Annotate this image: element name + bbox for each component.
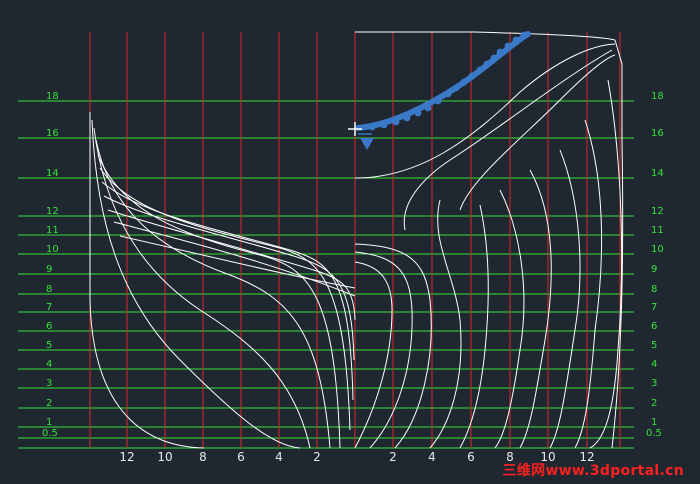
station-label-left: 2 — [313, 450, 321, 464]
station-label-left: 6 — [237, 450, 245, 464]
curve-grip-point[interactable] — [476, 66, 484, 74]
section-curve-1 — [91, 119, 301, 449]
curve-grip-point[interactable] — [368, 123, 376, 131]
waterline-label-right: 14 — [651, 168, 664, 179]
waterline-label-right: 4 — [651, 359, 657, 370]
curve-grip-point[interactable] — [512, 36, 520, 44]
curve-grip-point[interactable] — [468, 72, 476, 80]
waterline-label-left: 10 — [46, 244, 59, 255]
section-curve-16 — [403, 49, 613, 231]
section-curve-17 — [429, 199, 462, 449]
station-label-right: 6 — [467, 450, 475, 464]
section-curves — [89, 31, 624, 449]
waterline-label-left: 5 — [46, 340, 52, 351]
curve-grip-point[interactable] — [434, 97, 442, 105]
waterline-label-right: 1 — [651, 417, 657, 428]
curve-grip-point[interactable] — [483, 60, 491, 68]
station-label-left: 12 — [119, 450, 134, 464]
curve-grip-point[interactable] — [424, 104, 432, 112]
station-label-left: 4 — [275, 450, 283, 464]
waterline-label-left: 11 — [46, 225, 59, 236]
section-curve-9 — [113, 221, 356, 297]
waterline-label-right: 6 — [651, 321, 657, 332]
waterline-label-right: 10 — [651, 244, 664, 255]
section-curve-20 — [494, 189, 525, 449]
waterline-label-right: 3 — [651, 378, 657, 389]
waterline-label-left: 2 — [46, 398, 52, 409]
station-label-left: 8 — [199, 450, 207, 464]
body-plan-drawing: 18 1816 1614 1412 1211 1110 109 98 87 76 65 54 43 32 2… — [18, 31, 664, 464]
section-curve-5 — [99, 167, 351, 431]
station-label-right: 2 — [389, 450, 397, 464]
watermark: 三维网www.3dportal.cn — [502, 463, 684, 479]
section-curve-13 — [354, 261, 393, 449]
curve-grip-point[interactable] — [444, 90, 452, 98]
waterline-label-left: 16 — [46, 128, 59, 139]
waterline-label-right: 8 — [651, 284, 657, 295]
waterline-label-right: 16 — [651, 128, 664, 139]
waterline-label-right: 0.5 — [646, 428, 662, 439]
waterline-label-right: 18 — [651, 91, 664, 102]
curve-grip-point[interactable] — [504, 42, 512, 50]
station-label-left: 10 — [157, 450, 172, 464]
section-curve-21 — [519, 169, 552, 449]
waterline-label-left: 18 — [46, 91, 59, 102]
waterline-label-right: 2 — [651, 398, 657, 409]
curve-grip-point[interactable] — [380, 121, 388, 129]
section-curve-23 — [574, 119, 603, 449]
waterline-label-left: 7 — [46, 302, 52, 313]
waterline-label-right: 9 — [651, 264, 657, 275]
waterline-label-left: 3 — [46, 378, 52, 389]
cad-drawing-canvas[interactable]: 18 18 16 16 14 14 12 12 11 11 10 10 9 9 8 8 7 7 6 6 5 5 4 4 3 3 2 2… — [0, 0, 700, 484]
section-curve-10 — [119, 235, 356, 289]
section-curve-22 — [549, 149, 581, 449]
station-label-right: 4 — [428, 450, 436, 464]
section-curve-11 — [355, 31, 616, 41]
waterline-label-right: 11 — [651, 225, 664, 236]
curve-grip-point[interactable] — [496, 48, 504, 56]
curve-grip-point[interactable] — [392, 118, 400, 126]
waterline-label-left: 8 — [46, 284, 52, 295]
waterline-label-left: 9 — [46, 264, 52, 275]
selected-curve-grips[interactable] — [355, 31, 531, 131]
curve-grip-point[interactable] — [403, 114, 411, 122]
section-curve-19 — [459, 204, 489, 449]
waterline-label-left: 14 — [46, 168, 59, 179]
curve-grip-point[interactable] — [414, 109, 422, 117]
section-curve-6 — [101, 181, 354, 401]
waterline-label-right: 12 — [651, 206, 664, 217]
waterline-label-left: 1 — [46, 417, 52, 428]
curve-grip-point[interactable] — [520, 31, 528, 39]
waterline-label-left: 12 — [46, 206, 59, 217]
waterline-label-left: 4 — [46, 359, 52, 370]
section-curve-0 — [89, 112, 205, 449]
waterline-label-left: 6 — [46, 321, 52, 332]
curve-grip-point[interactable] — [460, 78, 468, 86]
waterline-label-right: 7 — [651, 302, 657, 313]
curve-grip-point[interactable] — [452, 84, 460, 92]
waterline-label-left: 0.5 — [42, 428, 58, 439]
selected-curve[interactable] — [355, 31, 531, 131]
ucs-triangle-icon — [360, 138, 374, 150]
curve-grip-point[interactable] — [490, 54, 498, 62]
section-curve-2 — [93, 127, 311, 449]
waterline-label-right: 5 — [651, 340, 657, 351]
station-grid — [89, 32, 621, 448]
